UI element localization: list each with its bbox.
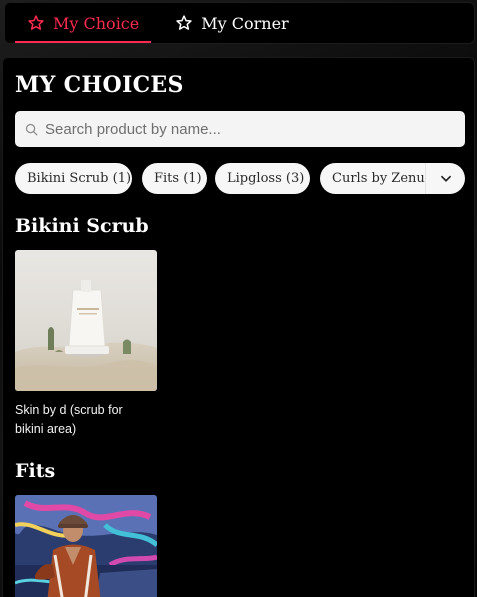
chip-label: Curls by Zenutr [332, 171, 437, 186]
choices-panel: MY CHOICES Bikini Scrub (1) Fits (1) Lip… [2, 57, 475, 597]
category-filter-chips: Bikini Scrub (1) Fits (1) Lipgloss (3) C… [15, 163, 465, 195]
chip-label: Lipgloss (3) [227, 171, 305, 186]
page-title: MY CHOICES [15, 72, 184, 98]
search-bar [15, 111, 465, 147]
tab-label: My Choice [53, 13, 140, 33]
chevron-down-icon [440, 175, 451, 182]
expand-chips-button[interactable] [425, 163, 465, 194]
product-name[interactable]: Skin by d (scrub for bikini area) [15, 401, 145, 439]
chip-label: Bikini Scrub (1) [27, 171, 132, 186]
tab-my-corner[interactable]: My Corner [163, 3, 300, 43]
chip-fits[interactable]: Fits (1) [142, 163, 207, 194]
search-icon [25, 123, 38, 135]
tab-my-choice[interactable]: My Choice [15, 3, 152, 43]
search-input[interactable] [45, 114, 445, 144]
star-outline-icon [28, 15, 44, 30]
tab-bar: My Choice My Corner [4, 2, 475, 44]
product-image[interactable] [15, 250, 157, 391]
star-outline-icon [176, 15, 192, 30]
product-image[interactable] [15, 495, 157, 597]
product-photo-fits [15, 495, 157, 597]
tab-label: My Corner [201, 13, 289, 33]
chip-lipgloss[interactable]: Lipgloss (3) [215, 163, 310, 194]
section-title: Fits [15, 460, 56, 482]
chip-label: Fits (1) [154, 171, 202, 186]
section-title: Bikini Scrub [15, 215, 149, 237]
chip-bikini-scrub[interactable]: Bikini Scrub (1) [15, 163, 132, 194]
product-photo-scrub [15, 250, 157, 391]
